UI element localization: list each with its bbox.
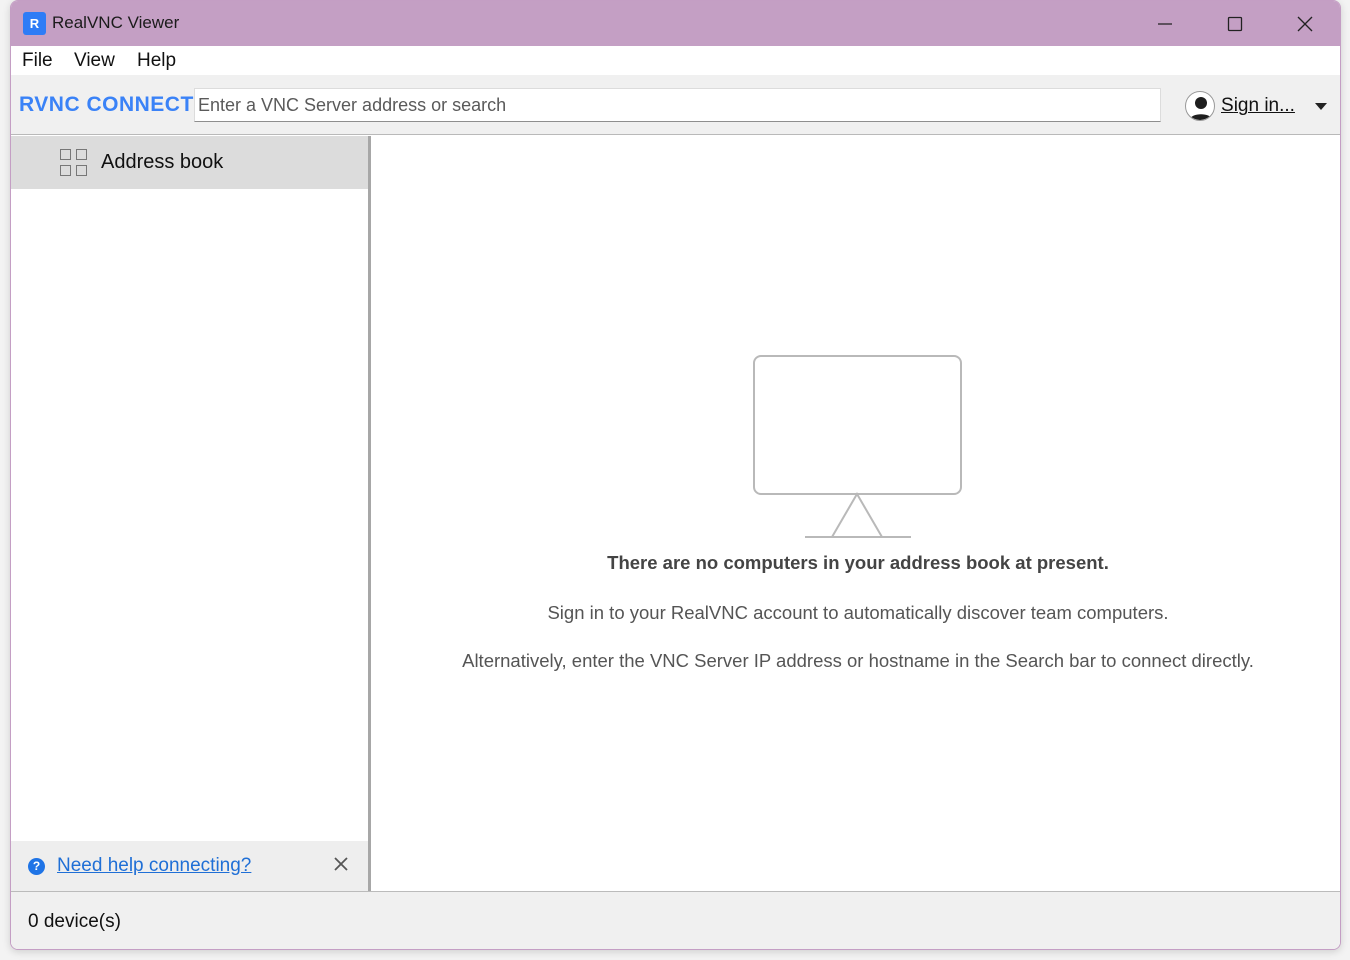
monitor-icon	[753, 355, 962, 538]
app-window: R RealVNC Viewer File View Help RVNC CON…	[10, 0, 1341, 950]
avatar-icon	[1185, 91, 1215, 121]
toolbar: RVNC CONNECT Sign in...	[11, 75, 1340, 135]
close-icon[interactable]	[332, 855, 350, 873]
title-bar[interactable]: R RealVNC Viewer	[11, 1, 1340, 46]
menu-bar: File View Help	[11, 46, 1340, 75]
menu-file[interactable]: File	[22, 50, 53, 72]
close-icon	[1297, 16, 1313, 31]
maximize-icon	[1227, 16, 1243, 31]
window-title: RealVNC Viewer	[52, 13, 180, 32]
maximize-button[interactable]	[1200, 1, 1270, 46]
realvnc-app-icon: R	[23, 12, 46, 35]
sidebar-item-address-book[interactable]: Address book	[11, 136, 368, 189]
minimize-icon	[1158, 22, 1172, 25]
search-field[interactable]	[194, 88, 1161, 122]
minimize-button[interactable]	[1130, 1, 1200, 46]
need-help-link[interactable]: Need help connecting?	[57, 855, 251, 877]
question-icon: ?	[28, 857, 45, 875]
empty-state-heading: There are no computers in your address b…	[607, 552, 1109, 573]
close-window-button[interactable]	[1270, 1, 1340, 46]
search-input[interactable]	[198, 94, 1157, 116]
device-count: 0 device(s)	[28, 911, 121, 932]
empty-state-text: Sign in to your RealVNC account to autom…	[547, 602, 1169, 623]
menu-help[interactable]: Help	[137, 50, 176, 72]
status-bar: 0 device(s)	[11, 891, 1340, 949]
rvnc-connect-logo: RVNC CONNECT	[19, 93, 194, 116]
empty-state-text: Alternatively, enter the VNC Server IP a…	[462, 650, 1254, 671]
sign-in-button[interactable]: Sign in...	[1185, 89, 1327, 123]
grid-icon	[60, 148, 88, 177]
sign-in-label: Sign in...	[1221, 95, 1295, 116]
help-banner: ? Need help connecting?	[11, 841, 368, 891]
main-panel: There are no computers in your address b…	[374, 136, 1340, 891]
sidebar-item-label: Address book	[101, 151, 224, 173]
sidebar: Address book ? Need help connecting?	[11, 136, 371, 891]
menu-view[interactable]: View	[74, 50, 115, 72]
chevron-down-icon[interactable]	[1314, 102, 1327, 110]
